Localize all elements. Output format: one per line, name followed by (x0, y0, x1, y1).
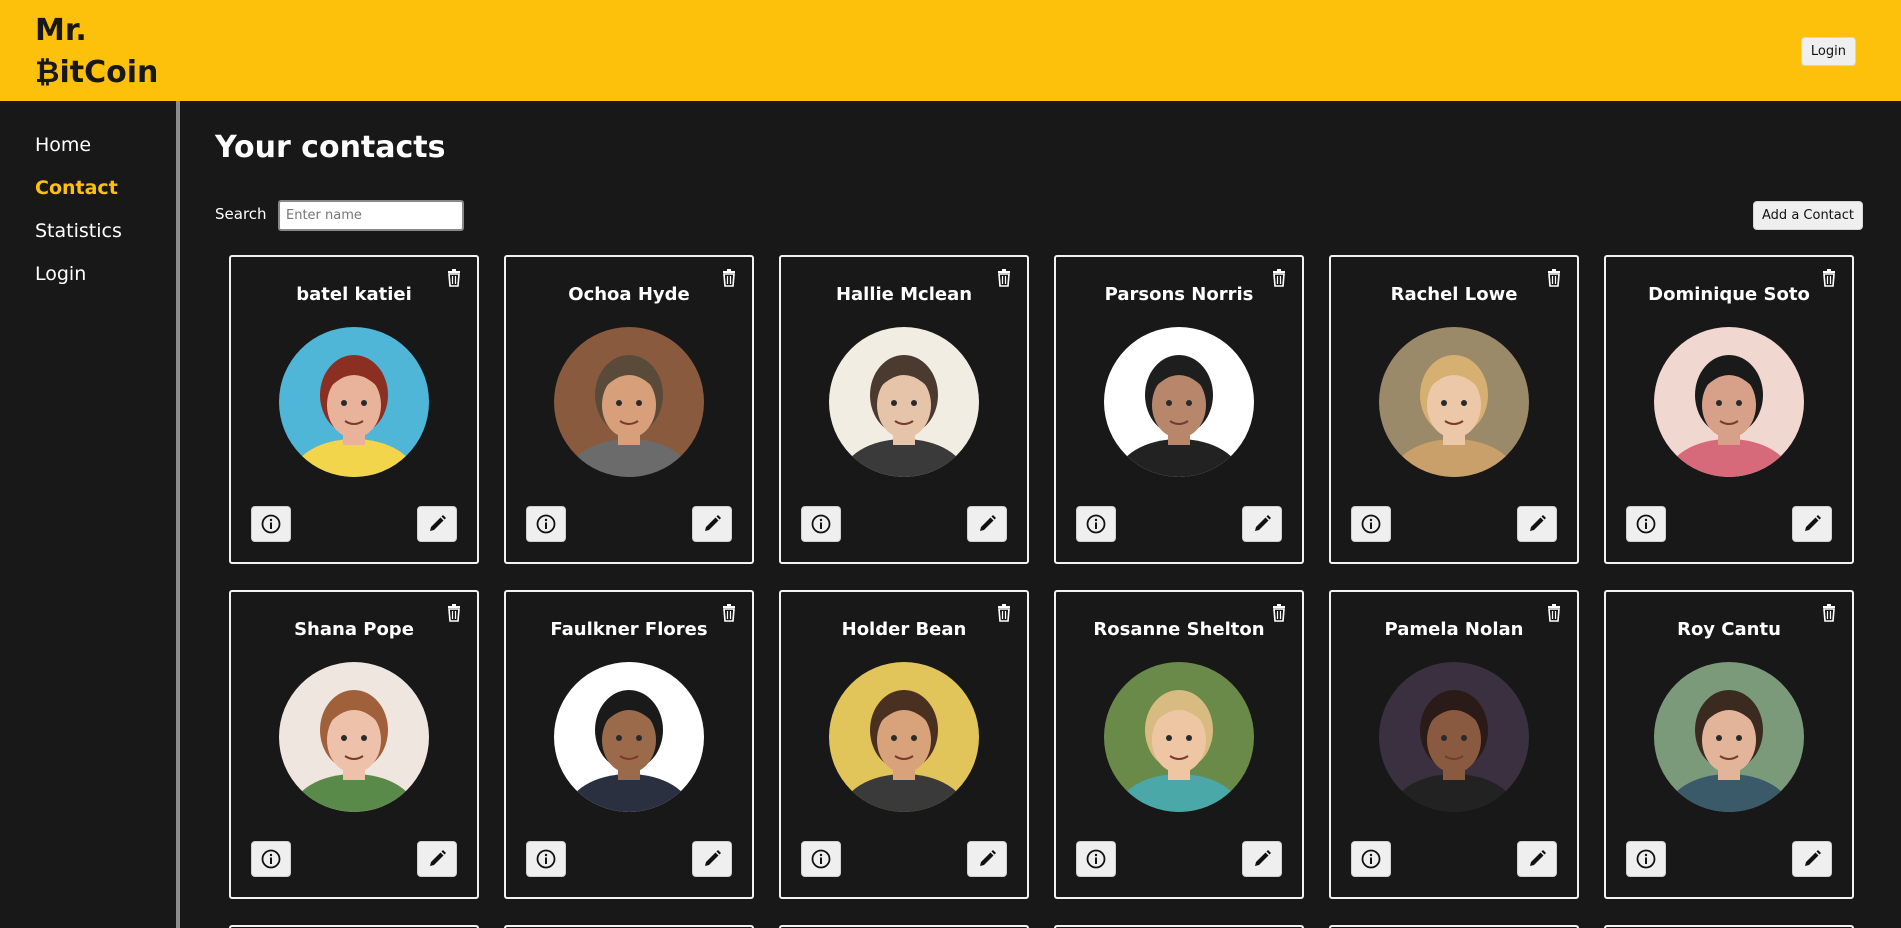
contact-name: Faulkner Flores (550, 619, 708, 640)
edit-button[interactable] (1517, 506, 1557, 542)
contact-avatar (554, 327, 704, 477)
contact-avatar (1654, 662, 1804, 812)
contact-avatar (829, 662, 979, 812)
contact-avatar (1654, 327, 1804, 477)
contact-avatar (1104, 662, 1254, 812)
contact-card[interactable]: Pamela Nolan (1329, 590, 1579, 899)
logo-line-1: Mr. (35, 13, 87, 48)
info-icon (1085, 848, 1107, 870)
contact-avatar (279, 662, 429, 812)
details-button[interactable] (251, 506, 291, 542)
contact-avatar (1379, 662, 1529, 812)
details-button[interactable] (251, 841, 291, 877)
contact-name: Roy Cantu (1677, 619, 1781, 640)
details-button[interactable] (1076, 841, 1116, 877)
contact-name: batel katiei (296, 284, 412, 305)
app-header: Mr. ₿itCoin Login (0, 0, 1901, 101)
contact-name: Holder Bean (841, 619, 967, 640)
contact-card[interactable]: Roy Cantu (1604, 590, 1854, 899)
contact-name: Parsons Norris (1104, 284, 1254, 305)
sidebar-item-home[interactable]: Home (35, 134, 91, 156)
pencil-icon (1251, 848, 1273, 870)
logo-line-2: ₿itCoin (35, 55, 159, 90)
contact-name: Rosanne Shelton (1093, 619, 1265, 640)
contact-name: Shana Pope (294, 619, 414, 640)
search-input[interactable] (278, 200, 464, 231)
pencil-icon (426, 513, 448, 535)
edit-button[interactable] (1792, 506, 1832, 542)
contact-name: Hallie Mclean (835, 284, 973, 305)
edit-button[interactable] (692, 841, 732, 877)
pencil-icon (1801, 848, 1823, 870)
edit-button[interactable] (1517, 841, 1557, 877)
edit-button[interactable] (1242, 841, 1282, 877)
sidebar-item-login[interactable]: Login (35, 263, 86, 285)
sidebar: Home Contact Statistics Login (0, 101, 180, 928)
contact-card[interactable]: Faulkner Flores (504, 590, 754, 899)
details-button[interactable] (526, 841, 566, 877)
info-icon (535, 513, 557, 535)
edit-button[interactable] (692, 506, 732, 542)
contact-avatar (1104, 327, 1254, 477)
contact-grid: batel katiei Ochoa Hyde Hallie Mclean Parso… (229, 255, 1854, 928)
contact-card[interactable]: Rosanne Shelton (1054, 590, 1304, 899)
header-login-button[interactable]: Login (1800, 37, 1856, 66)
edit-button[interactable] (417, 841, 457, 877)
details-button[interactable] (1351, 506, 1391, 542)
info-icon (1635, 513, 1657, 535)
pencil-icon (976, 848, 998, 870)
contact-card[interactable]: Ochoa Hyde (504, 255, 754, 564)
pencil-icon (1526, 513, 1548, 535)
info-icon (1635, 848, 1657, 870)
details-button[interactable] (1076, 506, 1116, 542)
contact-avatar (554, 662, 704, 812)
edit-button[interactable] (1242, 506, 1282, 542)
contact-avatar (829, 327, 979, 477)
add-contact-button[interactable]: Add a Contact (1753, 201, 1863, 230)
pencil-icon (701, 513, 723, 535)
info-icon (1085, 513, 1107, 535)
pencil-icon (426, 848, 448, 870)
contact-card[interactable]: batel katiei (229, 255, 479, 564)
details-button[interactable] (801, 506, 841, 542)
edit-button[interactable] (417, 506, 457, 542)
edit-button[interactable] (967, 841, 1007, 877)
info-icon (1360, 513, 1382, 535)
pencil-icon (1251, 513, 1273, 535)
contact-name: Dominique Soto (1648, 284, 1810, 305)
contact-name: Pamela Nolan (1384, 619, 1524, 640)
contact-card[interactable]: Shana Pope (229, 590, 479, 899)
info-icon (260, 848, 282, 870)
contact-card[interactable]: Holder Bean (779, 590, 1029, 899)
contact-name: Ochoa Hyde (568, 284, 690, 305)
info-icon (535, 848, 557, 870)
edit-button[interactable] (967, 506, 1007, 542)
contact-card[interactable]: Rachel Lowe (1329, 255, 1579, 564)
sidebar-item-contact[interactable]: Contact (35, 177, 118, 199)
edit-button[interactable] (1792, 841, 1832, 877)
contact-name: Rachel Lowe (1390, 284, 1518, 305)
pencil-icon (1801, 513, 1823, 535)
contact-avatar (279, 327, 429, 477)
info-icon (1360, 848, 1382, 870)
details-button[interactable] (1626, 841, 1666, 877)
contact-card[interactable]: Dominique Soto (1604, 255, 1854, 564)
pencil-icon (1526, 848, 1548, 870)
pencil-icon (701, 848, 723, 870)
contact-avatar (1379, 327, 1529, 477)
app-logo[interactable]: Mr. ₿itCoin (35, 10, 158, 94)
details-button[interactable] (801, 841, 841, 877)
pencil-icon (976, 513, 998, 535)
sidebar-item-statistics[interactable]: Statistics (35, 220, 122, 242)
details-button[interactable] (1351, 841, 1391, 877)
search-label: Search (215, 205, 267, 223)
details-button[interactable] (1626, 506, 1666, 542)
details-button[interactable] (526, 506, 566, 542)
info-icon (810, 848, 832, 870)
contact-card[interactable]: Parsons Norris (1054, 255, 1304, 564)
info-icon (260, 513, 282, 535)
page-title: Your contacts (215, 130, 446, 165)
info-icon (810, 513, 832, 535)
contact-card[interactable]: Hallie Mclean (779, 255, 1029, 564)
